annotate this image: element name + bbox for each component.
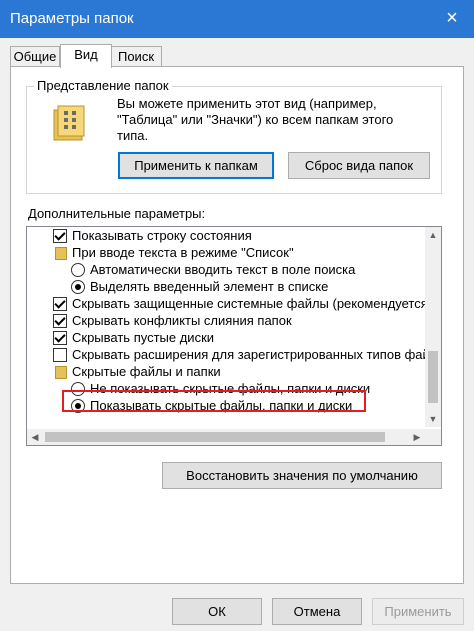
tab-general[interactable]: Общие [10,46,60,67]
vertical-scrollbar[interactable]: ▲ ▼ [425,227,441,427]
folder-views-legend: Представление папок [34,78,172,93]
list-item-label: Скрывать пустые диски [72,330,215,345]
tab-search[interactable]: Поиск [110,46,162,67]
tab-view[interactable]: Вид [60,44,112,68]
hide-merge-conflicts-checkbox[interactable] [53,314,67,328]
scrollbar-corner [425,429,441,445]
title-bar: Параметры папок × [0,0,474,38]
restore-defaults-button[interactable]: Восстановить значения по умолчанию [162,462,442,489]
list-item-label: Показывать строку состояния [72,228,252,243]
list-item-label: Выделять введенный элемент в списке [90,279,329,294]
scroll-up-icon[interactable]: ▲ [425,227,441,243]
list-item-label: Скрывать конфликты слияния папок [72,313,292,328]
vertical-scroll-thumb[interactable] [428,351,438,403]
apply-to-folders-button[interactable]: Применить к папкам [118,152,274,179]
hide-empty-drives-checkbox[interactable] [53,331,67,345]
autotype-radio[interactable] [71,263,85,277]
hide-extensions-checkbox[interactable] [53,348,67,362]
folder-icon [55,247,67,260]
hide-protected-files-checkbox[interactable] [53,297,67,311]
highlight-box [62,390,366,412]
folder-icon [55,366,67,379]
horizontal-scrollbar[interactable]: ◀ ▶ [27,429,425,445]
list-item-label: Автоматически вводить текст в поле поиск… [90,262,356,277]
close-icon[interactable]: × [440,6,464,30]
list-item-label: Скрытые файлы и папки [72,364,221,379]
apply-button[interactable]: Применить [372,598,464,625]
scroll-right-icon[interactable]: ▶ [409,429,425,445]
scroll-left-icon[interactable]: ◀ [27,429,43,445]
scroll-down-icon[interactable]: ▼ [425,411,441,427]
list-item-label: Скрывать защищенные системные файлы (рек… [72,296,433,311]
folder-view-icon [53,105,85,141]
select-item-radio[interactable] [71,280,85,294]
folder-views-description: Вы можете применить этот вид (например, … [117,96,394,143]
list-item-label: При вводе текста в режиме "Список" [72,245,294,260]
list-item-label: Скрывать расширения для зарегистрированн… [72,347,442,362]
advanced-settings-list[interactable]: Показывать строку состояния При вводе те… [26,226,442,446]
horizontal-scroll-thumb[interactable] [45,432,385,442]
status-bar-checkbox[interactable] [53,229,67,243]
window-title: Параметры папок [10,10,134,27]
advanced-settings-label: Дополнительные параметры: [28,206,206,221]
ok-button[interactable]: ОК [172,598,262,625]
cancel-button[interactable]: Отмена [272,598,362,625]
reset-folders-button[interactable]: Сброс вида папок [288,152,430,179]
